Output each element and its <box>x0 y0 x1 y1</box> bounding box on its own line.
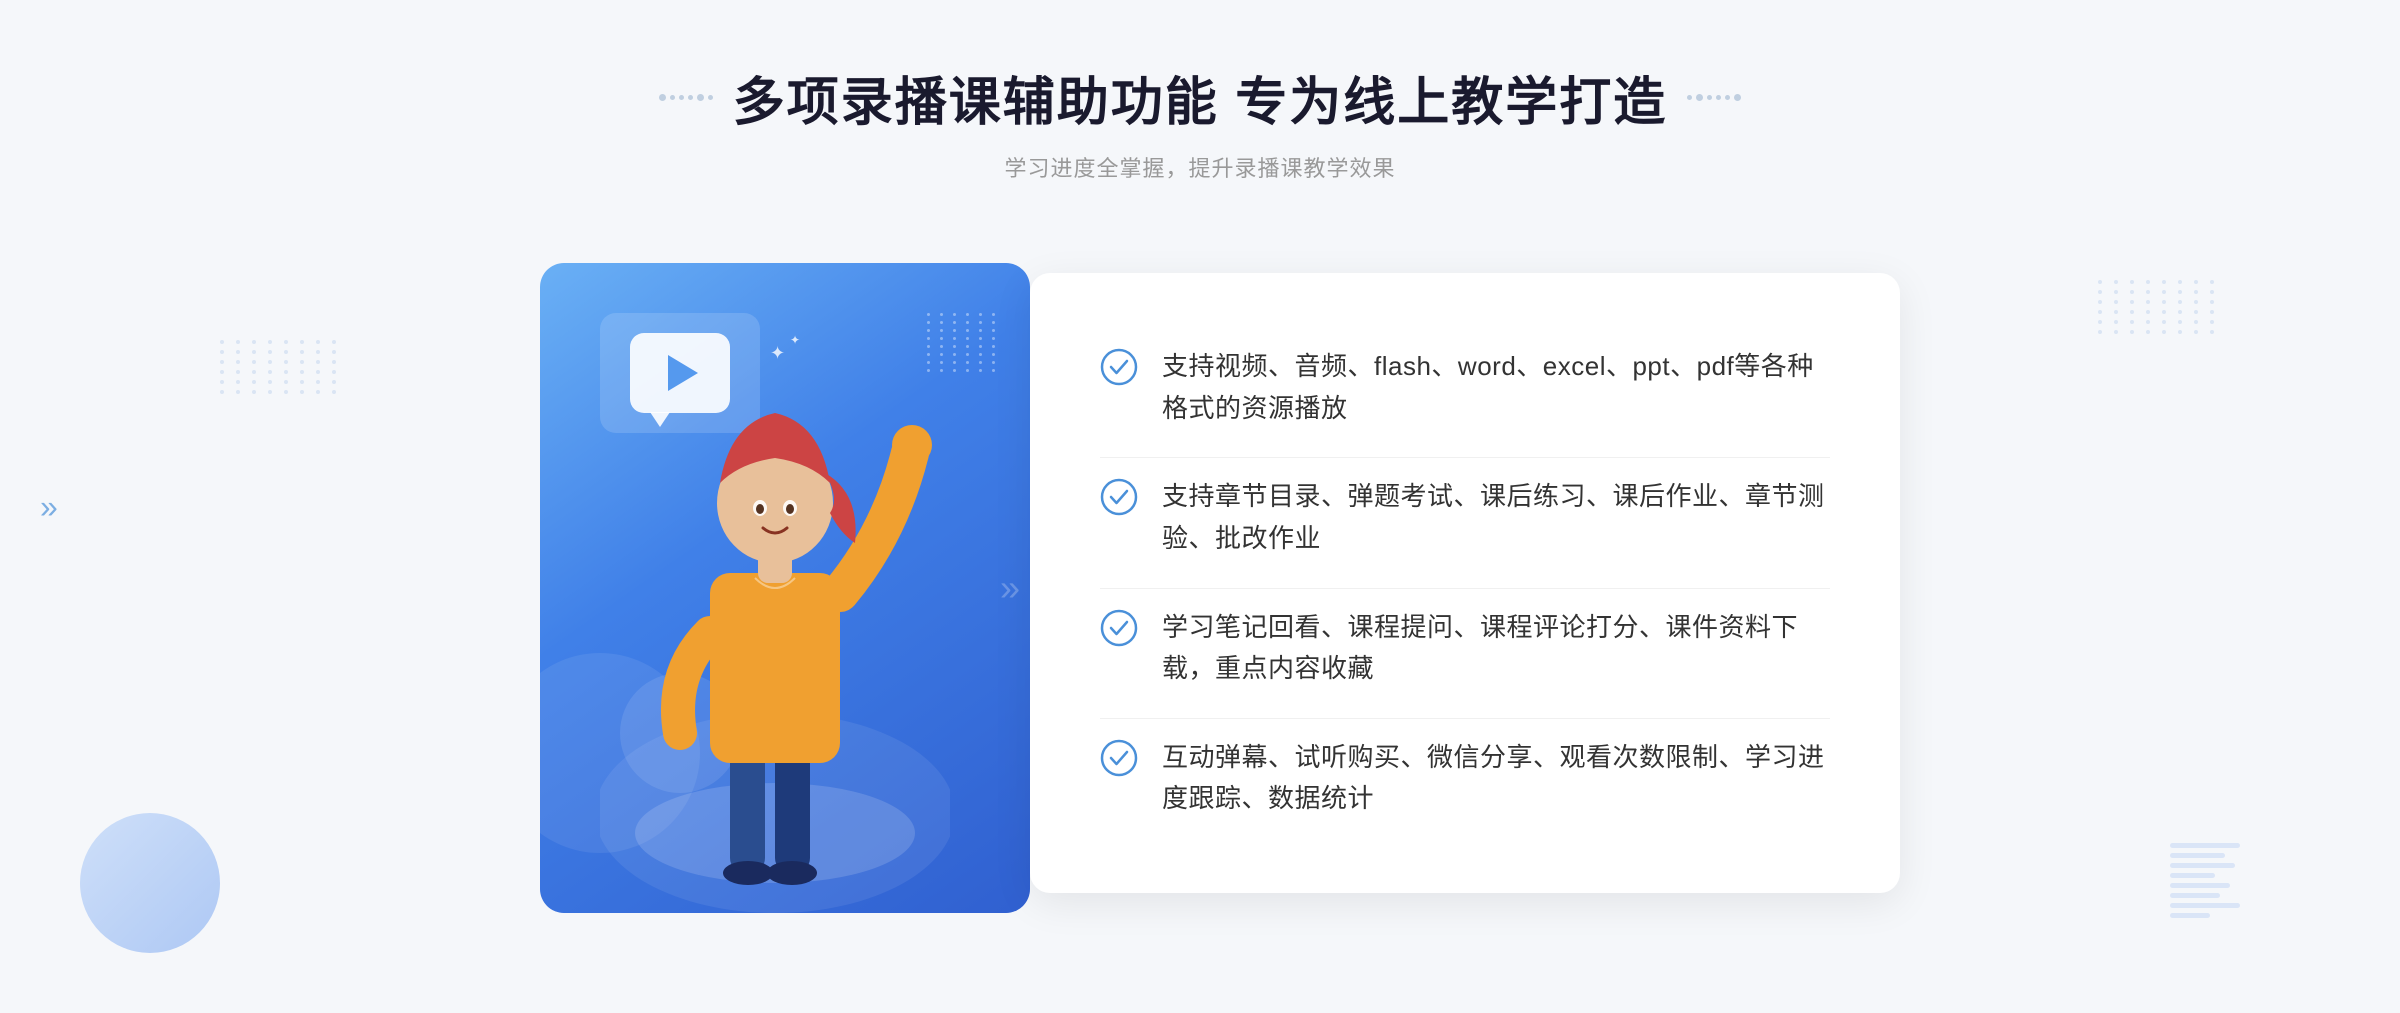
title-row: 多项录播课辅助功能 专为线上教学打造 <box>659 60 1741 135</box>
feature-item-2: 支持章节目录、弹题考试、课后练习、课后作业、章节测验、批改作业 <box>1100 457 1830 577</box>
feature-text-3: 学习笔记回看、课程提问、课程评论打分、课件资料下载，重点内容收藏 <box>1162 607 1830 690</box>
right-panel: 支持视频、音频、flash、word、excel、ppt、pdf等各种格式的资源… <box>1030 273 1900 893</box>
left-decoration: » <box>40 488 58 525</box>
title-decoration-left <box>659 94 713 101</box>
dot-pattern-left <box>220 340 342 394</box>
bottom-circle-decoration <box>80 813 220 953</box>
subtitle: 学习进度全掌握，提升录播课教学效果 <box>659 151 1741 183</box>
stripe-decoration <box>2170 843 2240 933</box>
check-icon-3 <box>1100 609 1138 647</box>
page-wrapper: » 多项录播课辅助功能 专为线上教学打造 学习进度全掌握，提升录播课 <box>0 0 2400 1013</box>
check-icon-1 <box>1100 348 1138 386</box>
content-area: » ✦ ✦ <box>500 233 1900 933</box>
check-icon-4 <box>1100 739 1138 777</box>
header-section: 多项录播课辅助功能 专为线上教学打造 学习进度全掌握，提升录播课教学效果 <box>659 60 1741 183</box>
illus-chevrons-icon: » <box>1000 567 1010 609</box>
check-icon-2 <box>1100 478 1138 516</box>
feature-item-1: 支持视频、音频、flash、word、excel、ppt、pdf等各种格式的资源… <box>1100 328 1830 447</box>
person-illustration <box>600 333 950 913</box>
chevrons-left-icon: » <box>40 488 58 525</box>
feature-item-4: 互动弹幕、试听购买、微信分享、观看次数限制、学习进度跟踪、数据统计 <box>1100 718 1830 838</box>
feature-text-4: 互动弹幕、试听购买、微信分享、观看次数限制、学习进度跟踪、数据统计 <box>1162 737 1830 820</box>
feature-text-2: 支持章节目录、弹题考试、课后练习、课后作业、章节测验、批改作业 <box>1162 476 1830 559</box>
illustration-wrapper: » ✦ ✦ <box>500 233 1060 933</box>
title-decoration-right <box>1687 94 1741 101</box>
feature-item-3: 学习笔记回看、课程提问、课程评论打分、课件资料下载，重点内容收藏 <box>1100 588 1830 708</box>
illustration-bg: » ✦ ✦ <box>540 263 1030 913</box>
dot-pattern-right <box>2098 280 2220 334</box>
feature-text-1: 支持视频、音频、flash、word、excel、ppt、pdf等各种格式的资源… <box>1162 346 1830 429</box>
main-title: 多项录播课辅助功能 专为线上教学打造 <box>733 60 1667 135</box>
